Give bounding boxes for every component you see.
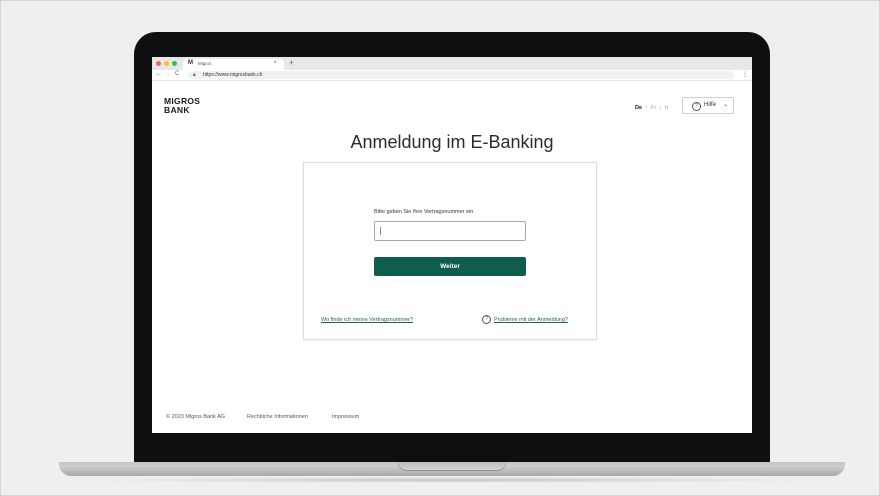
- tab-close-icon[interactable]: ×: [273, 60, 277, 66]
- browser-tabstrip: M Migros × +: [152, 57, 752, 70]
- laptop-notch: [398, 462, 506, 471]
- language-it[interactable]: It: [665, 105, 668, 111]
- footer-copyright: © 2023 Migros Bank AG: [166, 414, 226, 420]
- language-separator: |: [660, 105, 662, 111]
- url-text: https://www.migrosbank.ch: [203, 72, 263, 78]
- laptop-shadow: [81, 477, 823, 483]
- maximize-window-button[interactable]: [172, 61, 177, 66]
- back-arrow-icon[interactable]: ←: [156, 71, 162, 77]
- text-caret: [380, 227, 381, 235]
- help-button[interactable]: ? Hilfe ⌄: [682, 97, 734, 114]
- login-card: Bitte geben Sie Ihre Vertragsnummer ein …: [303, 162, 597, 340]
- logo-text-line2: BANK: [164, 105, 190, 115]
- continue-button[interactable]: Weiter: [374, 257, 526, 276]
- browser-menu-icon[interactable]: ⋮: [742, 71, 748, 78]
- minimize-window-button[interactable]: [164, 61, 169, 66]
- lock-icon: 🔒︎: [193, 72, 196, 78]
- migros-favicon-icon: M: [188, 60, 193, 66]
- migros-bank-logo[interactable]: MIGROS BANK: [164, 97, 200, 115]
- find-contract-number-link[interactable]: Wo finde ich meine Vertragsnummer?: [321, 317, 413, 323]
- language-separator: |: [646, 105, 648, 111]
- page-title: Anmeldung im E-Banking: [350, 132, 554, 152]
- laptop-screen: M Migros × + ← → C 🔒︎ https://www.migros…: [152, 57, 752, 433]
- footer-imprint-link[interactable]: Impressum: [332, 414, 359, 420]
- close-window-button[interactable]: [156, 61, 161, 66]
- language-fr[interactable]: Fr: [651, 105, 656, 111]
- reload-icon[interactable]: C: [175, 71, 179, 77]
- help-label: Hilfe: [704, 102, 717, 108]
- browser-tab[interactable]: M Migros ×: [183, 59, 284, 70]
- chevron-down-icon: ⌄: [723, 102, 729, 108]
- contract-number-input[interactable]: [374, 221, 526, 241]
- contract-number-label: Bitte geben Sie Ihre Vertragsnummer ein: [374, 209, 474, 215]
- language-de[interactable]: De: [635, 105, 642, 111]
- browser-toolbar: ← → C 🔒︎ https://www.migrosbank.ch ⋮: [152, 70, 752, 81]
- tab-title: Migros: [198, 61, 212, 66]
- address-bar[interactable]: 🔒︎ https://www.migrosbank.ch: [188, 71, 734, 79]
- login-problems-link[interactable]: Probleme mit der Anmeldung?: [494, 317, 568, 323]
- question-circle-icon: ?: [692, 102, 701, 111]
- question-circle-icon: ?: [482, 315, 491, 324]
- footer-legal-link[interactable]: Rechtliche Informationen: [247, 414, 308, 420]
- forward-arrow-icon[interactable]: →: [165, 71, 171, 77]
- new-tab-button[interactable]: +: [289, 58, 294, 67]
